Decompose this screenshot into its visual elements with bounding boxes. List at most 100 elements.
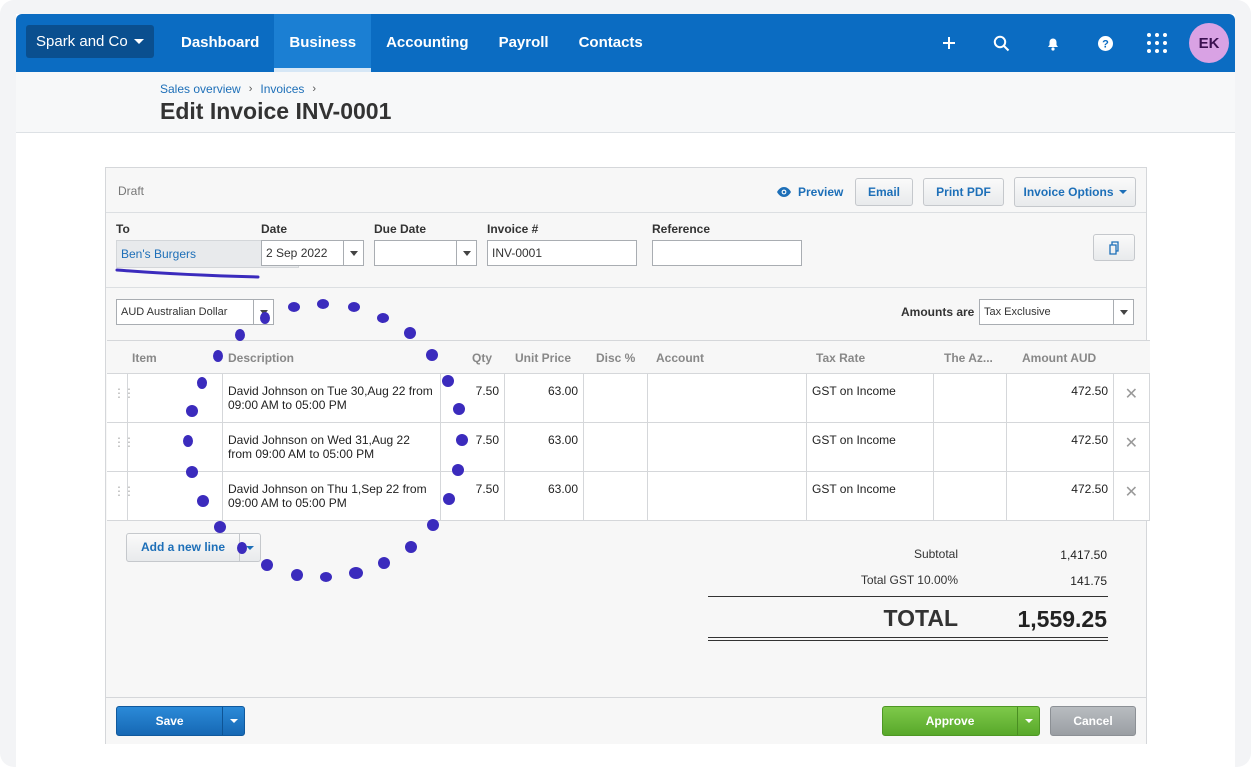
disc-cell[interactable] — [583, 423, 647, 471]
nav-dashboard[interactable]: Dashboard — [166, 14, 274, 72]
search-icon[interactable] — [975, 14, 1027, 72]
copy-icon — [1109, 240, 1119, 255]
total-bottom-rule — [708, 637, 1108, 638]
org-name: Spark and Co — [36, 33, 128, 50]
col-tax-rate: Tax Rate — [816, 351, 866, 365]
account-cell[interactable] — [647, 472, 806, 520]
total-bottom-rule — [708, 640, 1108, 641]
amounts-are-dropdown[interactable] — [1113, 300, 1133, 324]
line-items: ⋮⋮ David Johnson on Tue 30,Aug 22 from 0… — [107, 374, 1150, 521]
top-icons: ? EK — [923, 14, 1235, 72]
add-line-button[interactable]: Add a new line — [126, 533, 261, 562]
close-icon[interactable]: ✕ — [1125, 482, 1138, 502]
breadcrumb: Sales overview › Invoices › — [160, 82, 316, 96]
nav-contacts[interactable]: Contacts — [564, 14, 658, 72]
col-disc: Disc % — [596, 351, 636, 365]
approve-label: Approve — [883, 707, 1019, 735]
reference-label: Reference — [652, 222, 711, 236]
help-icon[interactable]: ? — [1079, 14, 1131, 72]
print-pdf-button[interactable]: Print PDF — [923, 178, 1004, 206]
bell-icon[interactable] — [1027, 14, 1079, 72]
avatar[interactable]: EK — [1189, 23, 1229, 63]
col-unit-price: Unit Price — [515, 351, 572, 365]
chevron-down-icon[interactable] — [1018, 707, 1039, 735]
qty-cell[interactable]: 7.50 — [440, 374, 504, 422]
the-az-cell[interactable] — [933, 472, 1006, 520]
email-button[interactable]: Email — [855, 178, 913, 206]
col-qty: Qty — [472, 351, 493, 365]
amount-cell[interactable]: 472.50 — [1006, 423, 1113, 471]
reference-field[interactable] — [652, 240, 802, 266]
disc-cell[interactable] — [583, 472, 647, 520]
chevron-down-icon[interactable] — [240, 545, 260, 550]
subtotal-label: Subtotal — [913, 547, 958, 561]
preview-link[interactable]: Preview — [776, 182, 843, 202]
grid-icon[interactable] — [1131, 14, 1183, 72]
description-cell[interactable]: David Johnson on Tue 30,Aug 22 from 09:0… — [222, 374, 440, 422]
chevron-down-icon — [133, 39, 144, 44]
nav-payroll[interactable]: Payroll — [484, 14, 564, 72]
table-row: ⋮⋮ David Johnson on Tue 30,Aug 22 from 0… — [107, 374, 1150, 423]
chevron-down-icon — [1119, 309, 1128, 315]
unit-price-cell[interactable]: 63.00 — [504, 374, 583, 422]
nav-accounting[interactable]: Accounting — [371, 14, 484, 72]
nav-business[interactable]: Business — [274, 14, 372, 72]
col-account: Account — [656, 351, 704, 365]
main-nav: Dashboard Business Accounting Payroll Co… — [166, 14, 658, 72]
qty-cell[interactable]: 7.50 — [440, 423, 504, 471]
breadcrumb-invoices[interactable]: Invoices — [260, 82, 304, 96]
the-az-cell[interactable] — [933, 423, 1006, 471]
chevron-down-icon[interactable] — [223, 707, 244, 735]
qty-cell[interactable]: 7.50 — [440, 472, 504, 520]
description-cell[interactable]: David Johnson on Wed 31,Aug 22 from 09:0… — [222, 423, 440, 471]
status-badge: Draft — [118, 184, 145, 198]
cancel-button[interactable]: Cancel — [1050, 706, 1136, 736]
unit-price-cell[interactable]: 63.00 — [504, 472, 583, 520]
invoice-number-label: Invoice # — [487, 222, 539, 236]
tax-rate-cell[interactable]: GST on Income — [806, 374, 933, 422]
approve-button[interactable]: Approve — [882, 706, 1040, 736]
to-label: To — [116, 222, 130, 236]
disc-cell[interactable] — [583, 374, 647, 422]
account-cell[interactable] — [647, 374, 806, 422]
unit-price-cell[interactable]: 63.00 — [504, 423, 583, 471]
subtotal-value: 1,417.50 — [1060, 548, 1107, 562]
tax-rate-cell[interactable]: GST on Income — [806, 423, 933, 471]
item-cell[interactable] — [127, 374, 222, 422]
description-cell[interactable]: David Johnson on Thu 1,Sep 22 from 09:00… — [222, 472, 440, 520]
close-icon[interactable]: ✕ — [1125, 433, 1138, 453]
item-cell[interactable] — [127, 472, 222, 520]
chevron-down-icon — [462, 250, 471, 256]
due-date-field[interactable] — [374, 240, 477, 266]
svg-text:?: ? — [1102, 38, 1109, 50]
copy-button[interactable] — [1093, 234, 1135, 261]
org-switcher[interactable]: Spark and Co — [26, 25, 154, 58]
amounts-are-label: Amounts are — [901, 305, 975, 319]
due-date-dropdown[interactable] — [456, 241, 476, 265]
table-row: ⋮⋮ David Johnson on Thu 1,Sep 22 from 09… — [107, 472, 1150, 521]
item-cell[interactable] — [127, 423, 222, 471]
divider — [106, 212, 1146, 213]
top-nav-bar: Spark and Co Dashboard Business Accounti… — [16, 14, 1235, 72]
tax-rate-cell[interactable]: GST on Income — [806, 472, 933, 520]
amount-cell[interactable]: 472.50 — [1006, 472, 1113, 520]
invoice-options-button[interactable]: Invoice Options — [1014, 177, 1136, 207]
currency-select[interactable]: AUD Australian Dollar — [116, 299, 274, 325]
amount-cell[interactable]: 472.50 — [1006, 374, 1113, 422]
save-button[interactable]: Save — [116, 706, 245, 736]
close-icon[interactable]: ✕ — [1125, 384, 1138, 404]
account-cell[interactable] — [647, 423, 806, 471]
date-dropdown[interactable] — [343, 241, 363, 265]
the-az-cell[interactable] — [933, 374, 1006, 422]
currency-dropdown[interactable] — [253, 300, 273, 324]
preview-label: Preview — [798, 185, 844, 199]
amounts-are-select[interactable]: Tax Exclusive — [979, 299, 1134, 325]
date-field[interactable]: 2 Sep 2022 — [261, 240, 364, 266]
breadcrumb-separator: › — [312, 83, 317, 95]
invoice-number-field[interactable]: INV-0001 — [487, 240, 637, 266]
breadcrumb-separator: › — [248, 83, 253, 95]
plus-icon[interactable] — [923, 14, 975, 72]
breadcrumb-sales-overview[interactable]: Sales overview — [160, 82, 241, 96]
table-row: ⋮⋮ David Johnson on Wed 31,Aug 22 from 0… — [107, 423, 1150, 472]
amounts-are-value: Tax Exclusive — [984, 306, 1051, 318]
